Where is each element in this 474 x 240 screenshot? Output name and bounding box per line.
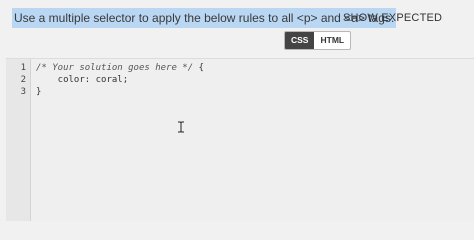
- code-line[interactable]: }: [36, 86, 41, 98]
- line-number: 3: [20, 87, 26, 97]
- line-number: 2: [20, 75, 26, 85]
- instruction-row: Use a multiple selector to apply the bel…: [0, 8, 474, 28]
- tab-css[interactable]: CSS: [285, 32, 315, 49]
- code-line[interactable]: color: coral;: [36, 74, 128, 86]
- tab-html[interactable]: HTML: [314, 32, 350, 49]
- code-line[interactable]: /* Your solution goes here */ {: [36, 62, 204, 74]
- instruction-text: Use a multiple selector to apply the bel…: [12, 8, 397, 28]
- i-beam-cursor-icon: [178, 121, 184, 133]
- language-toggle: CSS HTML: [284, 31, 352, 50]
- code-comment: /* Your solution goes here */: [36, 63, 194, 73]
- line-number: 1: [20, 63, 26, 73]
- line-number-gutter: 1 2 3: [6, 59, 31, 221]
- code-brace: {: [193, 63, 204, 73]
- show-expected-button[interactable]: SHOW EXPECTED: [343, 8, 442, 28]
- code-editor[interactable]: 1 2 3 /* Your solution goes here */ { co…: [6, 58, 474, 221]
